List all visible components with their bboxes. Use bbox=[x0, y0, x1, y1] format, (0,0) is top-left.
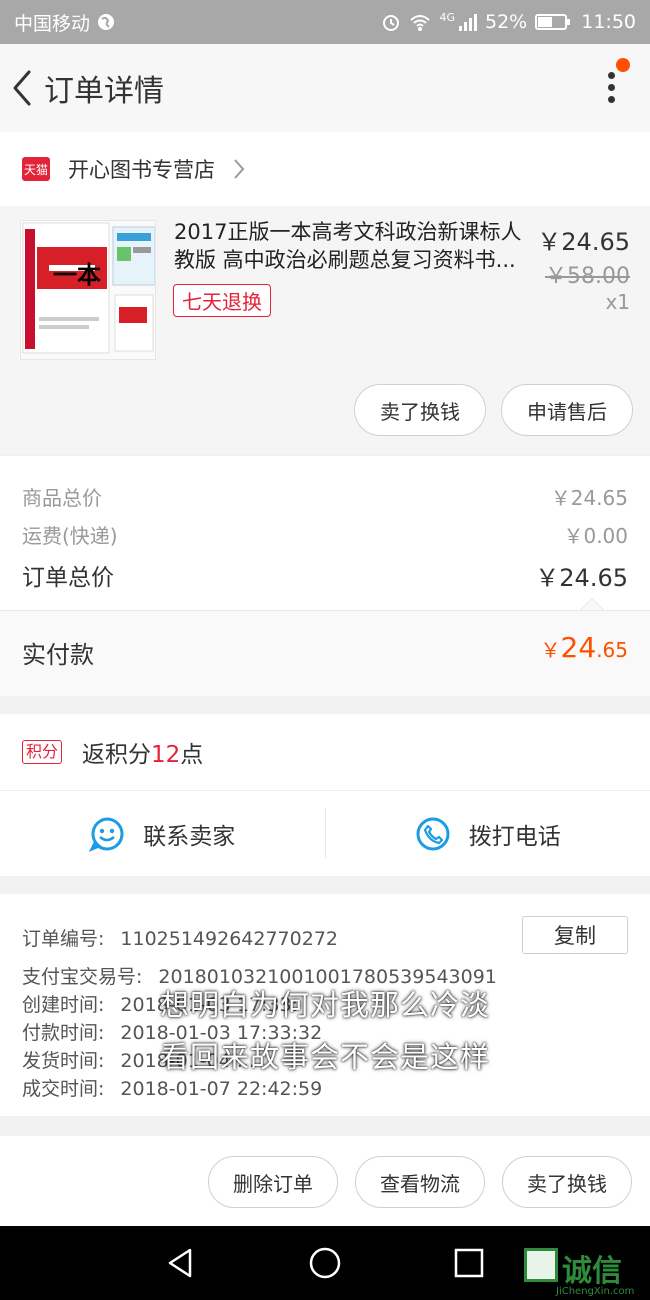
created-time-label: 创建时间: bbox=[22, 994, 105, 1016]
watermark-text: 诚信 bbox=[562, 1254, 622, 1289]
points-row: 积分 返积分12点 bbox=[0, 714, 650, 790]
done-time-value: 2018-01-07 22:42:59 bbox=[120, 1078, 323, 1100]
status-bar: 中国移动 4G 52% 11:50 bbox=[0, 0, 650, 44]
product-original-price: ￥58.00 bbox=[545, 264, 630, 289]
nav-recents-icon[interactable] bbox=[452, 1246, 486, 1280]
created-time-value: 2018-01-03 17:33: bbox=[120, 994, 299, 1016]
shipped-time-value: 2018-01-04 ... bbox=[120, 1050, 255, 1072]
order-number-label: 订单编号: bbox=[22, 928, 105, 950]
chevron-left-icon bbox=[13, 70, 31, 106]
shipped-time-line: 发货时间: 2018-01-04 ... bbox=[22, 1046, 255, 1073]
order-number-line: 订单编号: 110251492642770272 bbox=[22, 924, 338, 951]
points-number: 12 bbox=[151, 742, 181, 768]
network-type-label: 4G bbox=[439, 10, 455, 24]
battery-icon bbox=[535, 14, 571, 30]
paid-time-value: 2018-01-03 17:33:32 bbox=[120, 1022, 323, 1044]
points-suffix: 点 bbox=[180, 742, 204, 768]
globe-icon bbox=[98, 14, 115, 30]
product-card[interactable]: 一本 2017正版一本高考文科政治新课标人教版 高中政治必刷题总复习资料书...… bbox=[0, 206, 650, 454]
call-phone-label: 拨打电话 bbox=[468, 823, 561, 850]
caret-up-icon bbox=[580, 598, 604, 610]
shipped-time-label: 发货时间: bbox=[22, 1050, 105, 1072]
signal-icon bbox=[459, 14, 477, 31]
paid-currency: ￥ bbox=[540, 638, 561, 662]
product-title[interactable]: 2017正版一本高考文科政治新课标人教版 高中政治必刷题总复习资料书... bbox=[174, 218, 532, 274]
product-price: ￥24.65 bbox=[537, 228, 630, 256]
done-time-line: 成交时间: 2018-01-07 22:42:59 bbox=[22, 1074, 322, 1101]
price-summary: 商品总价 ￥24.65 运费(快递) ￥0.00 订单总价 ￥24.65 bbox=[0, 456, 650, 610]
goods-total-label: 商品总价 bbox=[22, 486, 102, 510]
product-quantity: x1 bbox=[605, 290, 630, 314]
order-total-label: 订单总价 bbox=[22, 565, 114, 591]
nav-back-icon[interactable] bbox=[164, 1246, 198, 1280]
goods-total-value: ￥24.65 bbox=[550, 486, 628, 510]
more-menu-button[interactable] bbox=[600, 68, 624, 108]
points-text: 返积分12点 bbox=[82, 735, 203, 769]
clock: 11:50 bbox=[581, 11, 636, 33]
page-title: 订单详情 bbox=[44, 74, 164, 109]
order-actions-bar: 删除订单 查看物流 卖了换钱 bbox=[0, 1136, 650, 1226]
points-badge-icon: 积分 bbox=[22, 740, 63, 764]
paid-integer: 24 bbox=[560, 631, 597, 664]
created-time-line: 创建时间: 2018-01-03 17:33: bbox=[22, 990, 298, 1017]
after-sale-button[interactable]: 申请售后 bbox=[501, 384, 633, 436]
view-logistics-button[interactable]: 查看物流 bbox=[355, 1156, 485, 1208]
watermark-icon bbox=[524, 1248, 558, 1282]
alipay-line: 支付宝交易号: 2018010321001001780539543091 bbox=[22, 962, 497, 989]
contact-seller-label: 联系卖家 bbox=[143, 823, 236, 850]
paid-time-label: 付款时间: bbox=[22, 1022, 105, 1044]
more-dots-icon bbox=[608, 72, 615, 79]
shipping-label: 运费(快递) bbox=[22, 524, 118, 548]
tmall-logo-icon: 天猫 bbox=[22, 157, 50, 181]
book-cover-icon bbox=[21, 221, 155, 359]
phone-icon bbox=[416, 817, 450, 850]
seven-day-return-badge: 七天退换 bbox=[173, 284, 271, 317]
wifi-icon bbox=[410, 15, 431, 31]
contact-seller-button[interactable]: 联系卖家 bbox=[0, 791, 325, 876]
paid-decimal: .65 bbox=[596, 638, 628, 662]
order-info-section: 订单编号: 110251492642770272 复制 支付宝交易号: 201801… bbox=[0, 894, 650, 1116]
actual-paid-row: 实付款 ￥ 24 .65 bbox=[0, 610, 650, 696]
alipay-value: 2018010321001001780539543091 bbox=[158, 966, 497, 988]
more-dot bbox=[608, 84, 615, 91]
done-time-label: 成交时间: bbox=[22, 1078, 105, 1100]
alipay-label: 支付宝交易号: bbox=[22, 966, 143, 988]
actual-paid-label: 实付款 bbox=[22, 641, 94, 669]
contact-bar: 联系卖家 拨打电话 bbox=[0, 790, 650, 876]
chat-face-icon bbox=[89, 817, 124, 852]
product-image[interactable]: 一本 bbox=[20, 220, 156, 360]
more-dot bbox=[608, 96, 615, 103]
actual-paid-value: ￥ 24 .65 bbox=[541, 631, 628, 664]
carrier-label: 中国移动 bbox=[14, 12, 91, 35]
watermark-logo: 诚信 JiChengXin.com bbox=[520, 1244, 650, 1300]
shipping-value: ￥0.00 bbox=[563, 524, 628, 548]
order-total-value: ￥24.65 bbox=[535, 564, 628, 592]
points-prefix: 返积分 bbox=[82, 742, 152, 768]
sell-for-cash-bottom-button[interactable]: 卖了换钱 bbox=[502, 1156, 632, 1208]
watermark-url: JiChengXin.com bbox=[556, 1286, 635, 1297]
book-cover-text: 一本 bbox=[53, 261, 101, 289]
app-header: 订单详情 bbox=[0, 44, 650, 132]
sell-for-cash-button[interactable]: 卖了换钱 bbox=[354, 384, 486, 436]
chevron-right-icon bbox=[234, 159, 245, 179]
store-name: 开心图书专营店 bbox=[68, 158, 215, 182]
copy-button[interactable]: 复制 bbox=[522, 916, 628, 954]
alarm-icon bbox=[383, 15, 400, 31]
battery-percent: 52% bbox=[485, 11, 528, 33]
store-row[interactable]: 天猫 开心图书专营店 bbox=[0, 132, 650, 206]
order-number-value: 110251492642770272 bbox=[120, 928, 338, 950]
nav-home-icon[interactable] bbox=[308, 1246, 342, 1280]
call-phone-button[interactable]: 拨打电话 bbox=[326, 791, 650, 876]
back-button[interactable] bbox=[2, 44, 42, 132]
notification-dot bbox=[616, 58, 630, 72]
delete-order-button[interactable]: 删除订单 bbox=[208, 1156, 338, 1208]
paid-time-line: 付款时间: 2018-01-03 17:33:32 bbox=[22, 1018, 322, 1045]
